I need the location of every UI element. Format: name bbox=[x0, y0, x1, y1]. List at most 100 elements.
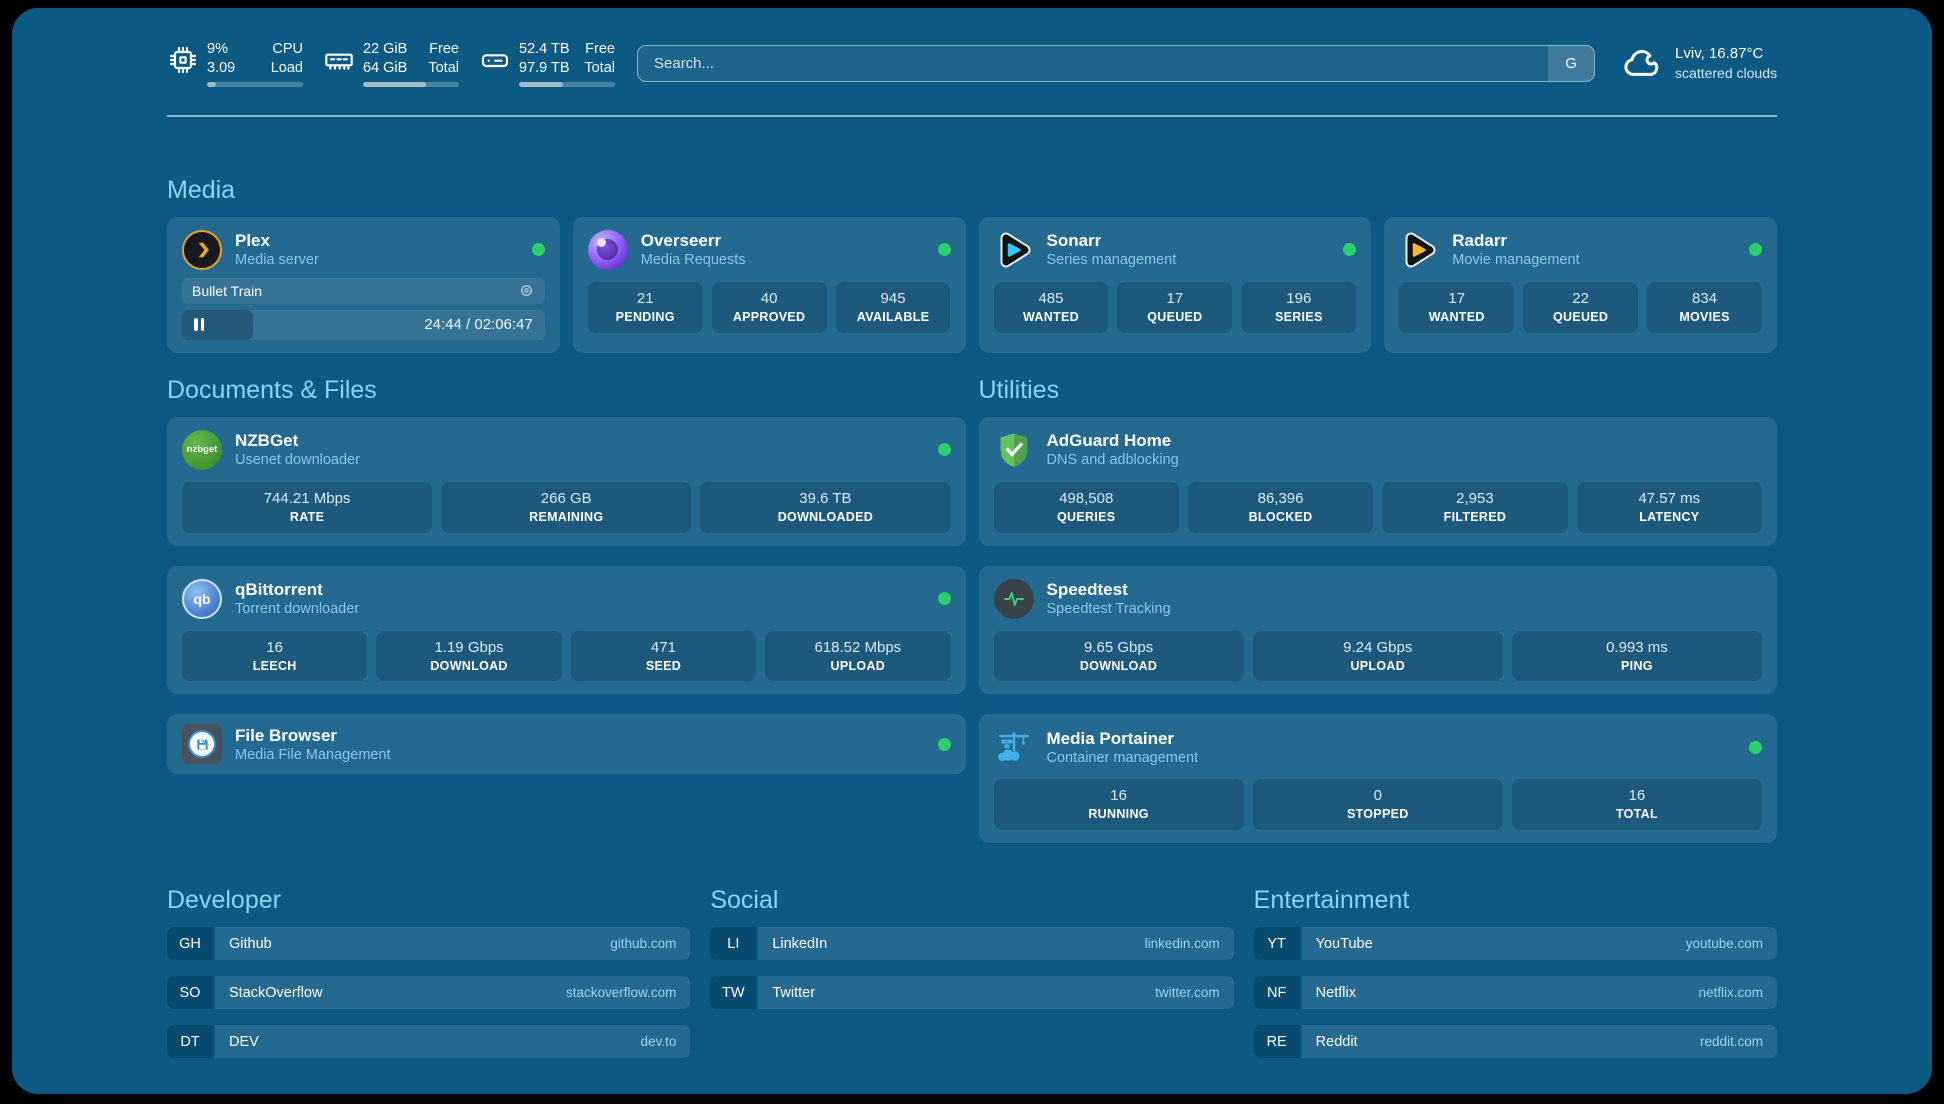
stat-tile: 834MOVIES bbox=[1647, 282, 1762, 333]
stat-label: APPROVED bbox=[716, 309, 823, 326]
search-bar: G bbox=[637, 45, 1595, 82]
topbar: 9%CPU 3.09Load 22 GiBFree 64 GiBTotal bbox=[167, 40, 1777, 87]
card-filebrowser[interactable]: File Browser Media File Management bbox=[167, 714, 966, 774]
disk-icon bbox=[479, 44, 511, 76]
adguard-icon bbox=[994, 430, 1034, 470]
bookmark-dev[interactable]: DT DEVdev.to bbox=[167, 1025, 690, 1058]
stat-label: QUERIES bbox=[998, 509, 1175, 526]
stat-tile: 2,953FILTERED bbox=[1382, 482, 1567, 533]
bookmark-name: LinkedIn bbox=[772, 936, 827, 952]
portainer-icon bbox=[994, 727, 1034, 767]
status-dot bbox=[938, 243, 951, 256]
overseerr-icon bbox=[588, 230, 628, 270]
stat-tile: 17WANTED bbox=[1399, 282, 1514, 333]
bookmark-linkedin[interactable]: LI LinkedInlinkedin.com bbox=[710, 927, 1233, 960]
section-title-utilities: Utilities bbox=[979, 375, 1778, 405]
app-subtitle: DNS and adblocking bbox=[1047, 451, 1179, 469]
disk-free-label: Free bbox=[585, 40, 615, 59]
app-title: qBittorrent bbox=[235, 579, 359, 600]
disk-total-label: Total bbox=[584, 59, 615, 78]
stat-value: 47.57 ms bbox=[1581, 488, 1758, 509]
app-title: AdGuard Home bbox=[1047, 430, 1179, 451]
card-qbittorrent[interactable]: qb qBittorrent Torrent downloader 16LEEC… bbox=[167, 566, 966, 695]
bookmark-abbr: SO bbox=[167, 976, 213, 1009]
weather-widget: Lviv, 16.87°C scattered clouds bbox=[1621, 42, 1777, 84]
memory-icon bbox=[323, 44, 355, 76]
stat-value: 2,953 bbox=[1386, 488, 1563, 509]
status-dot bbox=[938, 738, 951, 751]
card-adguard[interactable]: AdGuard Home DNS and adblocking 498,508Q… bbox=[979, 417, 1778, 546]
cpu-progress-bar bbox=[207, 82, 303, 87]
app-title: Media Portainer bbox=[1047, 728, 1199, 749]
card-sonarr[interactable]: Sonarr Series management 485WANTED 17QUE… bbox=[979, 217, 1372, 353]
stat-label: RUNNING bbox=[998, 806, 1240, 823]
app-subtitle: Media Requests bbox=[641, 251, 746, 269]
stat-tile: 16TOTAL bbox=[1512, 779, 1762, 830]
status-dot bbox=[938, 592, 951, 605]
disk-free-row: 52.4 TBFree bbox=[519, 40, 615, 59]
app-title: File Browser bbox=[235, 725, 391, 746]
section-title-documents: Documents & Files bbox=[167, 375, 966, 405]
card-speedtest[interactable]: Speedtest Speedtest Tracking 9.65 GbpsDO… bbox=[979, 566, 1778, 695]
search-input[interactable] bbox=[638, 46, 1548, 81]
stat-tile: 86,396BLOCKED bbox=[1188, 482, 1373, 533]
app-subtitle: Container management bbox=[1047, 749, 1199, 767]
cpu-load-label: Load bbox=[271, 59, 303, 78]
bookmark-netflix[interactable]: NF Netflixnetflix.com bbox=[1254, 976, 1777, 1009]
cloud-icon bbox=[1621, 42, 1663, 84]
bookmark-name: DEV bbox=[229, 1034, 259, 1050]
status-dot bbox=[532, 243, 545, 256]
stat-tile: 266 GBREMAINING bbox=[441, 482, 691, 533]
stat-tile: 0STOPPED bbox=[1253, 779, 1503, 830]
weather-condition: scattered clouds bbox=[1675, 64, 1777, 82]
bookmark-abbr: DT bbox=[167, 1025, 213, 1058]
app-subtitle: Media server bbox=[235, 251, 319, 269]
stat-label: PENDING bbox=[592, 309, 699, 326]
search-engine-button[interactable]: G bbox=[1548, 46, 1594, 81]
status-dot bbox=[1749, 243, 1762, 256]
stat-label: WANTED bbox=[998, 309, 1105, 326]
stat-label: UPLOAD bbox=[1257, 658, 1499, 675]
stat-value: 0.993 ms bbox=[1516, 637, 1758, 658]
stat-label: TOTAL bbox=[1516, 806, 1758, 823]
cpu-usage-row: 9%CPU bbox=[207, 40, 303, 59]
stat-tile: 16LEECH bbox=[182, 631, 367, 682]
bookmark-twitter[interactable]: TW Twittertwitter.com bbox=[710, 976, 1233, 1009]
speedtest-icon bbox=[994, 579, 1034, 619]
memory-total-value: 64 GiB bbox=[363, 59, 407, 78]
app-title: Plex bbox=[235, 230, 319, 251]
card-portainer[interactable]: Media Portainer Container management 16 R… bbox=[979, 714, 1778, 843]
card-nzbget[interactable]: nzbget NZBGet Usenet downloader 744.21 M… bbox=[167, 417, 966, 546]
bookmark-abbr: TW bbox=[710, 976, 756, 1009]
stat-tile: 1.19 GbpsDOWNLOAD bbox=[376, 631, 561, 682]
memory-widget: 22 GiBFree 64 GiBTotal bbox=[323, 40, 459, 87]
stat-label: WANTED bbox=[1403, 309, 1510, 326]
bookmark-group-developer: Developer GH Githubgithub.com SO StackOv… bbox=[167, 885, 690, 1074]
disk-total-value: 97.9 TB bbox=[519, 59, 570, 78]
bookmark-domain: github.com bbox=[610, 936, 676, 951]
bookmark-name: YouTube bbox=[1316, 936, 1373, 952]
stat-tile: 196SERIES bbox=[1241, 282, 1356, 333]
bookmark-github[interactable]: GH Githubgithub.com bbox=[167, 927, 690, 960]
stat-tile: 485WANTED bbox=[994, 282, 1109, 333]
stat-label: LEECH bbox=[186, 658, 363, 675]
stat-value: 9.65 Gbps bbox=[998, 637, 1240, 658]
stat-label: REMAINING bbox=[445, 509, 687, 526]
card-overseerr[interactable]: Overseerr Media Requests 21PENDING 40APP… bbox=[573, 217, 966, 353]
app-subtitle: Media File Management bbox=[235, 746, 391, 764]
stat-value: 16 bbox=[1516, 785, 1758, 806]
stat-value: 17 bbox=[1121, 288, 1228, 309]
playback-time: 24:44 / 02:06:47 bbox=[424, 316, 532, 333]
disk-progress-bar bbox=[519, 82, 615, 87]
app-title: Sonarr bbox=[1047, 230, 1177, 251]
filebrowser-icon bbox=[182, 724, 222, 764]
stat-label: DOWNLOAD bbox=[998, 658, 1240, 675]
stat-label: PING bbox=[1516, 658, 1758, 675]
bookmark-stackoverflow[interactable]: SO StackOverflowstackoverflow.com bbox=[167, 976, 690, 1009]
bookmark-reddit[interactable]: RE Redditreddit.com bbox=[1254, 1025, 1777, 1058]
gear-icon bbox=[518, 282, 535, 299]
card-plex[interactable]: Plex Media server Bullet Train 24:44 / 0… bbox=[167, 217, 560, 353]
stat-tile: 40APPROVED bbox=[712, 282, 827, 333]
bookmark-youtube[interactable]: YT YouTubeyoutube.com bbox=[1254, 927, 1777, 960]
card-radarr[interactable]: Radarr Movie management 17WANTED 22QUEUE… bbox=[1384, 217, 1777, 353]
